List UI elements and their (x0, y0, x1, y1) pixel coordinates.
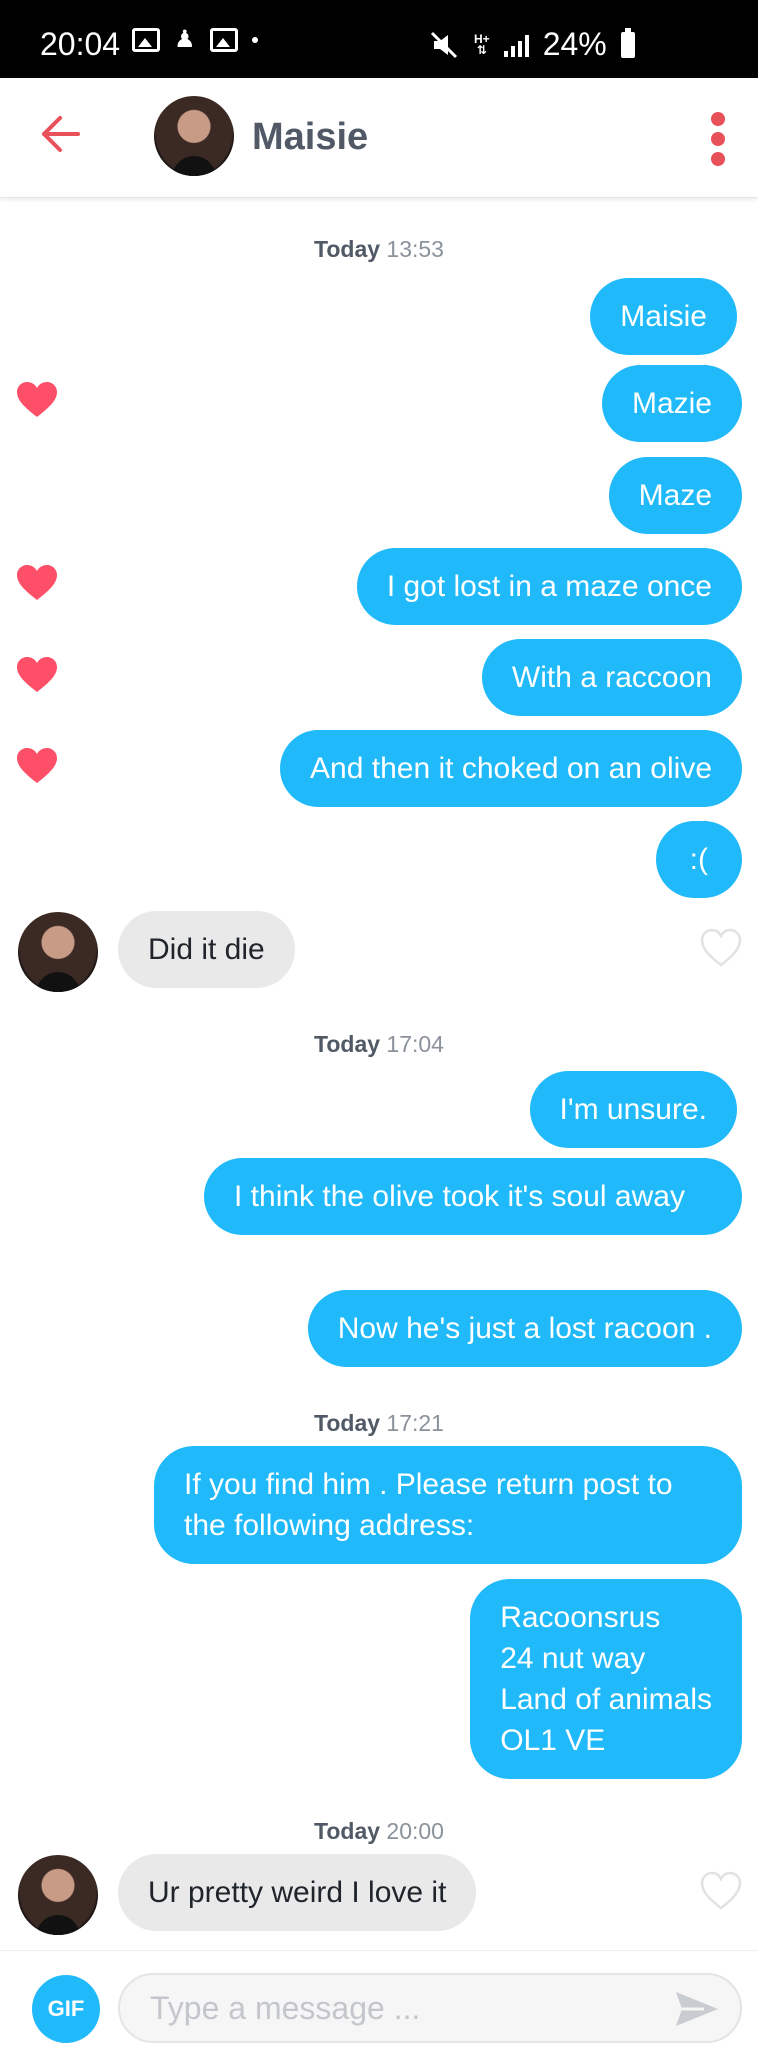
gallery-notification-icon (132, 28, 160, 52)
sent-message[interactable]: And then it choked on an olive (280, 730, 742, 807)
sent-message[interactable]: With a raccoon (481, 639, 742, 716)
chat-timestamp: Today 17:21 (314, 1410, 444, 1436)
message-field[interactable] (118, 1973, 742, 2043)
received-message[interactable]: Did it die (118, 911, 295, 988)
match-avatar[interactable] (154, 96, 234, 176)
send-icon[interactable] (674, 1989, 720, 2029)
gallery-notification-icon (209, 28, 238, 52)
signal-icon (503, 33, 529, 57)
received-message[interactable]: Ur pretty weird I love it (118, 1854, 477, 1931)
message-input[interactable] (120, 1975, 660, 2041)
status-time: 20:04 (40, 26, 121, 62)
network-type-icon: H+ ⇅ (474, 31, 490, 57)
sent-message[interactable]: I'm unsure. (529, 1071, 737, 1148)
chat-header: Maisie (0, 78, 758, 198)
sent-message[interactable]: I got lost in a maze once (356, 548, 742, 625)
chat-timestamp: Today 20:00 (314, 1818, 444, 1844)
chat-timestamp: Today 17:04 (314, 1031, 444, 1057)
person-notification-icon: ♟ (174, 26, 196, 53)
message-input-bar: GIF (0, 1950, 758, 2055)
sent-message[interactable]: If you find him . Please return post to … (154, 1446, 742, 1564)
mute-icon (430, 31, 458, 58)
sent-message[interactable]: Now he's just a lost racoon . (307, 1290, 742, 1367)
sent-message[interactable]: Maisie (590, 278, 737, 355)
battery-icon (620, 27, 635, 58)
sent-message[interactable]: Racoonsrus 24 nut way Land of animals OL… (470, 1579, 742, 1779)
like-heart-outline-icon[interactable] (700, 1871, 742, 1911)
heart-icon (17, 565, 57, 600)
sent-message[interactable]: Mazie (601, 365, 742, 442)
network-type-label: H+ (474, 31, 490, 46)
sent-message[interactable]: :( (655, 821, 742, 898)
heart-icon (17, 382, 57, 417)
match-avatar[interactable] (18, 912, 98, 992)
sent-message[interactable]: I think the olive took it's soul away (204, 1158, 742, 1235)
heart-icon (17, 657, 57, 692)
chat-timestamp: Today 13:53 (314, 236, 444, 262)
battery-percent: 24% (542, 26, 607, 62)
heart-icon (17, 748, 57, 783)
match-name[interactable]: Maisie (252, 116, 368, 159)
status-right: H+ ⇅ 24% (430, 26, 635, 63)
match-avatar[interactable] (18, 1855, 98, 1935)
back-arrow-icon[interactable] (38, 112, 82, 156)
more-options-icon[interactable] (708, 112, 728, 166)
status-bar: 20:04 ♟ H+ ⇅ 24% (0, 0, 758, 78)
sent-message[interactable]: Maze (608, 457, 742, 534)
notification-icons: ♟ (132, 28, 258, 52)
more-notifications-icon (251, 37, 258, 43)
gif-button[interactable]: GIF (32, 1975, 100, 2043)
like-heart-outline-icon[interactable] (700, 928, 742, 968)
